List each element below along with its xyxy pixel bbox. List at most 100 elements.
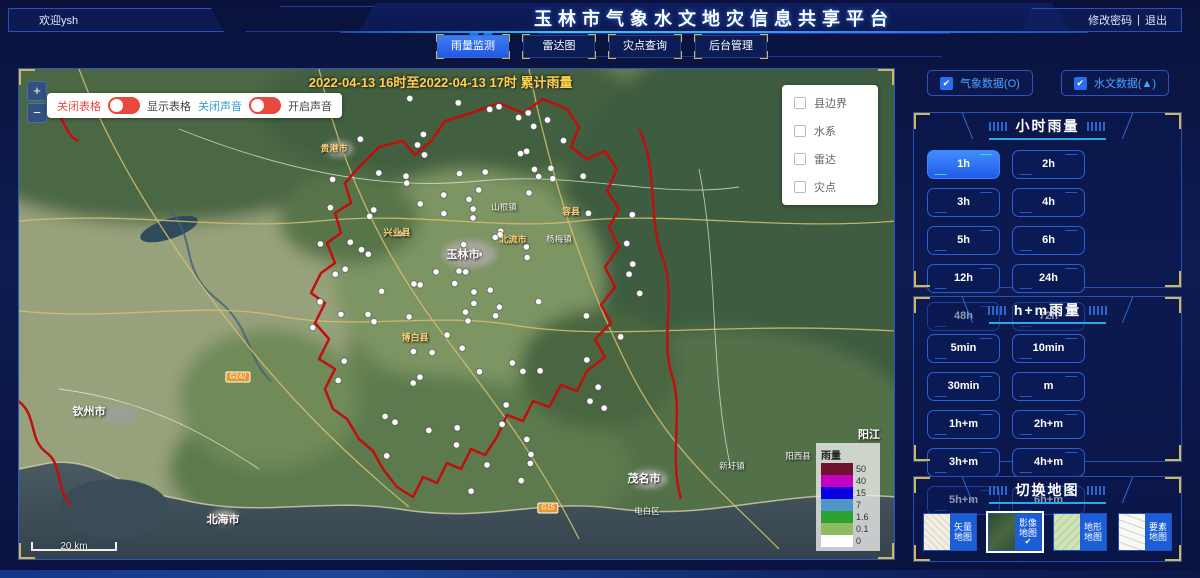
rain-station-marker[interactable] [580,173,586,179]
rain-station-marker[interactable] [509,360,515,366]
button-5min[interactable]: 5min [927,334,1000,363]
rain-station-marker[interactable] [470,215,476,221]
rain-station-marker[interactable] [462,309,468,315]
rain-station-marker[interactable] [528,451,534,457]
hydrology-data-checkbox[interactable]: ✔ 水文数据(▲) [1061,70,1169,96]
rain-station-marker[interactable] [317,299,323,305]
tab-rain-monitor[interactable]: 雨量监测 [437,35,509,58]
checkbox-icon[interactable] [794,97,806,109]
rain-station-marker[interactable] [476,187,482,193]
rain-station-marker[interactable] [465,318,471,324]
tile-vector-map[interactable]: 矢量地图 [923,513,977,551]
checked-checkbox-icon[interactable]: ✔ [1074,77,1087,90]
rain-station-marker[interactable] [342,266,348,272]
rain-station-marker[interactable] [444,332,450,338]
rain-station-marker[interactable] [365,311,371,317]
rain-station-marker[interactable] [332,271,338,277]
rain-station-marker[interactable] [487,106,493,112]
rain-station-marker[interactable] [468,488,474,494]
rain-station-marker[interactable] [463,269,469,275]
table-toggle[interactable] [108,97,140,114]
rain-station-marker[interactable] [421,152,427,158]
tile-element-map[interactable]: 要素地图 [1118,513,1172,551]
rain-station-marker[interactable] [327,204,333,210]
rain-station-marker[interactable] [585,210,591,216]
layer-radar[interactable]: 雷达 [794,151,866,167]
rain-station-marker[interactable] [441,192,447,198]
button-1h-m[interactable]: 1h+m [927,410,1000,439]
rain-station-marker[interactable] [420,131,426,137]
sound-toggle[interactable] [249,97,281,114]
rain-station-marker[interactable] [376,170,382,176]
rain-station-marker[interactable] [417,201,423,207]
rain-station-marker[interactable] [496,104,502,110]
rain-station-marker[interactable] [404,180,410,186]
rain-station-marker[interactable] [517,150,523,156]
rain-station-marker[interactable] [503,402,509,408]
rain-station-marker[interactable] [341,358,347,364]
zoom-in-button[interactable]: + [27,81,47,101]
button-2h-m[interactable]: 2h+m [1012,410,1085,439]
rain-station-marker[interactable] [520,368,526,374]
rain-station-marker[interactable] [410,380,416,386]
rain-station-marker[interactable] [411,281,417,287]
rain-station-marker[interactable] [329,176,335,182]
rain-station-marker[interactable] [518,477,524,483]
button-30min[interactable]: 30min [927,372,1000,401]
button-4h[interactable]: 4h [1012,188,1085,217]
rain-station-marker[interactable] [441,210,447,216]
tab-disaster-query[interactable]: 灾点查询 [609,35,681,58]
rain-station-marker[interactable] [392,419,398,425]
checkbox-icon[interactable] [794,125,806,137]
rain-station-marker[interactable] [531,123,537,129]
rain-station-marker[interactable] [524,436,530,442]
rain-station-marker[interactable] [560,137,566,143]
rain-station-marker[interactable] [452,280,458,286]
rain-station-marker[interactable] [624,240,630,246]
rain-station-marker[interactable] [406,314,412,320]
rain-station-marker[interactable] [367,213,373,219]
button-3h-m[interactable]: 3h+m [927,448,1000,477]
button-10min[interactable]: 10min [1012,334,1085,363]
rain-station-marker[interactable] [587,398,593,404]
rain-station-marker[interactable] [637,290,643,296]
rain-station-marker[interactable] [617,334,623,340]
button-3h[interactable]: 3h [927,188,1000,217]
rain-station-marker[interactable] [382,413,388,419]
rain-station-marker[interactable] [371,319,377,325]
button-12h[interactable]: 12h [927,264,1000,293]
rain-station-marker[interactable] [482,169,488,175]
rain-station-marker[interactable] [515,114,521,120]
rain-station-marker[interactable] [403,173,409,179]
button-6h[interactable]: 6h [1012,226,1085,255]
rain-station-marker[interactable] [347,239,353,245]
rain-station-marker[interactable] [357,136,363,142]
button-m[interactable]: m [1012,372,1085,401]
rain-station-marker[interactable] [470,206,476,212]
button-2h[interactable]: 2h [1012,150,1085,179]
rain-station-marker[interactable] [338,311,344,317]
rain-station-marker[interactable] [371,207,377,213]
tile-terrain-map[interactable]: 地形地图 [1053,513,1107,551]
button-24h[interactable]: 24h [1012,264,1085,293]
rain-station-marker[interactable] [525,110,531,116]
checkbox-icon[interactable] [794,153,806,165]
rain-station-marker[interactable] [484,462,490,468]
rain-station-marker[interactable] [429,349,435,355]
zoom-out-button[interactable]: − [27,103,47,123]
weather-data-checkbox[interactable]: ✔ 气象数据(O) [927,70,1033,96]
rain-station-marker[interactable] [471,289,477,295]
rain-station-marker[interactable] [456,268,462,274]
rain-station-marker[interactable] [499,421,505,427]
rain-station-marker[interactable] [358,247,364,253]
rain-station-marker[interactable] [537,368,543,374]
satellite-map[interactable]: 2022-04-13 16时至2022-04-13 17时 累计雨量 + − 关… [18,68,895,560]
rain-station-marker[interactable] [417,282,423,288]
rain-station-marker[interactable] [492,313,498,319]
rain-station-marker[interactable] [317,241,323,247]
checkbox-icon[interactable] [794,181,806,193]
button-1h[interactable]: 1h [927,150,1000,179]
rain-station-marker[interactable] [583,313,589,319]
rain-station-marker[interactable] [536,173,542,179]
rain-station-marker[interactable] [426,427,432,433]
